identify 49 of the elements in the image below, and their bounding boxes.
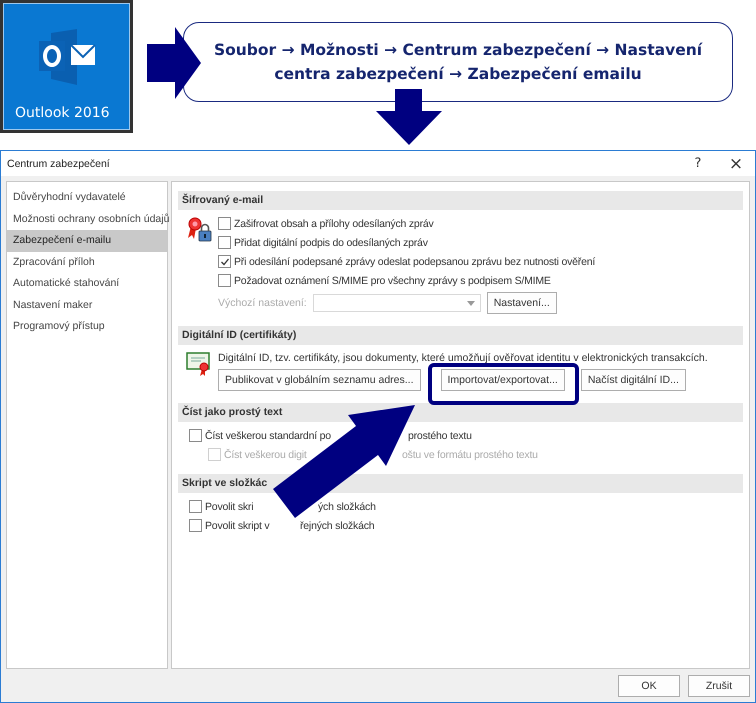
caret-icon (466, 300, 475, 306)
action-button[interactable]: Publikovat v globálním seznamu adres... (218, 369, 421, 391)
field-label: Výchozí nastavení: (218, 297, 307, 309)
checkbox-label: Při odesílání podepsané zprávy odeslat podepsanou zprávu bez nutnosti ověření (234, 256, 596, 268)
checkbox-label: řejných složkách (300, 520, 374, 532)
checkbox[interactable] (189, 519, 202, 532)
dialog-button[interactable]: Zrušit (688, 674, 750, 696)
checkbox[interactable] (218, 217, 231, 230)
dialog-button[interactable]: OK (618, 674, 680, 696)
down-arrow (376, 89, 442, 145)
action-button[interactable]: Načíst digitální ID... (580, 369, 686, 391)
checkbox[interactable] (218, 255, 231, 268)
checkbox-label: oštu ve formátu prostého textu (402, 448, 538, 460)
checkbox-label: Přidat digitální podpis do odesílaných zpráv (234, 236, 428, 248)
section-header: Digitální ID (certifikáty) (178, 326, 743, 345)
sidebar-item[interactable]: Automatické stahování (7, 273, 167, 294)
description-text: Digitální ID, tzv. certifikáty, jsou dokumenty, které umožňují ověřovat identitu v elektronických transakcích. (218, 351, 709, 366)
app-tile[interactable]: Outlook 2016 (0, 0, 133, 133)
help-button[interactable]: ? (679, 156, 717, 171)
checkbox-label: Povolit skri (205, 500, 254, 512)
checkbox[interactable] (189, 429, 202, 442)
sidebar-item[interactable]: Nastavení maker (7, 294, 167, 316)
checkbox-label: ých složkách (318, 500, 376, 512)
checkbox-label: Povolit skript v (205, 520, 270, 532)
checkbox[interactable] (218, 236, 231, 249)
checkbox[interactable] (218, 274, 231, 287)
sidebar-item[interactable]: Možnosti ochrany osobních údajů (7, 208, 167, 230)
close-button[interactable]: × (717, 154, 755, 174)
sidebar-item[interactable]: Zpracování příloh (7, 252, 167, 273)
section-header: Číst jako prostý text (178, 403, 743, 422)
sidebar-item[interactable]: Programový přístup (7, 316, 167, 338)
checkbox[interactable] (189, 500, 202, 513)
path-text: centra zabezpečení → Zabezpečení emailu (274, 64, 642, 85)
checkbox-label: Požadovat oznámení S/MIME pro všechny zprávy s podpisem S/MIME (234, 274, 551, 286)
certificate-icon (186, 351, 212, 377)
sidebar-item[interactable]: Zabezpečení e-mailu (7, 230, 167, 252)
ribbon-lock-icon (186, 216, 212, 242)
section-header: Šifrovaný e-mail (178, 191, 743, 210)
checkbox-label: Zašifrovat obsah a přílohy odesílaných zpráv (234, 218, 434, 230)
action-button[interactable]: Importovat/exportovat... (440, 369, 565, 391)
right-arrow (147, 27, 201, 99)
app-label: Outlook 2016 (15, 105, 110, 121)
mail-logo-icon (36, 29, 96, 85)
path-text: Soubor → Možnosti → Centrum zabezpečení → Nastavení (214, 40, 702, 61)
checkbox-label: prostého textu (408, 430, 472, 442)
window-title: Centrum zabezpečení (6, 158, 111, 170)
sidebar-item[interactable]: Důvěryhodní vydavatelé (7, 187, 167, 208)
checkbox-label: Číst veškerou digit (224, 448, 307, 460)
checkbox-label: Číst veškerou standardní po (205, 430, 331, 442)
